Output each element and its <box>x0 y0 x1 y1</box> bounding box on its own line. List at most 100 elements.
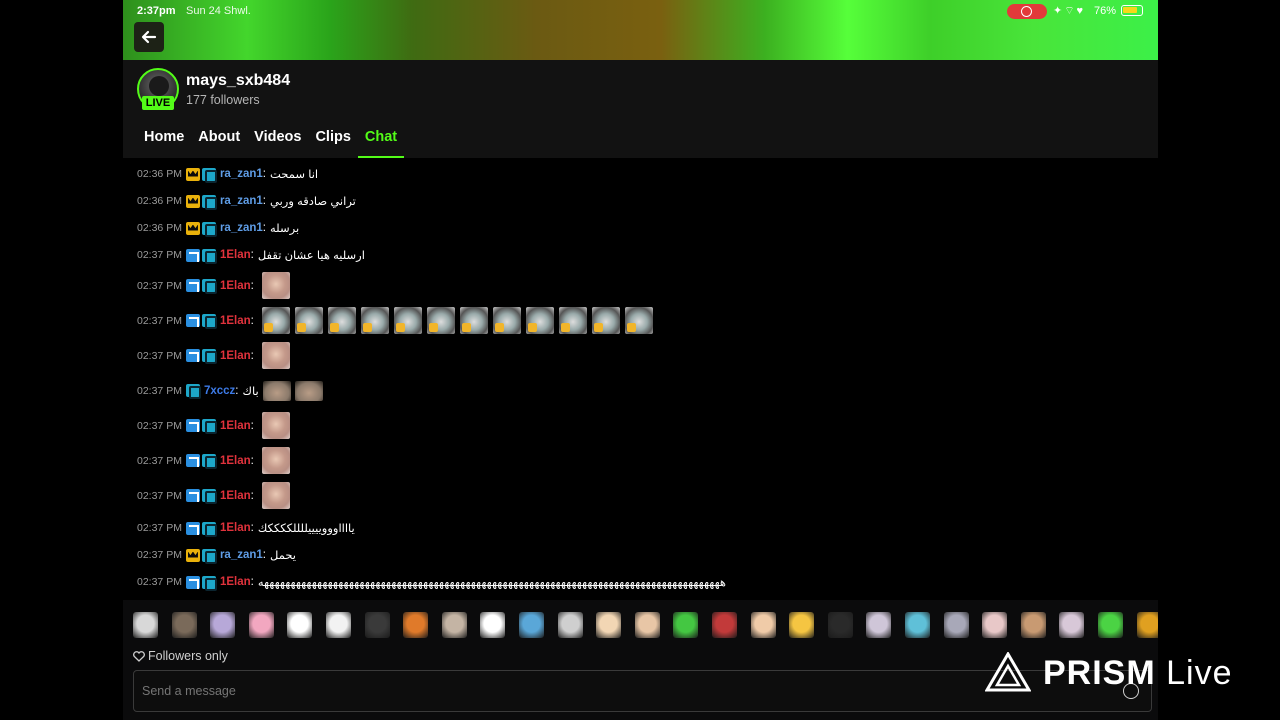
chat-log[interactable]: 02:36 PM ra_zan1: انا سمحت 02:36 PM ra_zan1:… <box>123 158 1158 600</box>
emote-picker-item[interactable] <box>364 612 390 638</box>
chat-username[interactable]: 1Elan <box>220 522 251 534</box>
chat-emote[interactable] <box>426 307 455 334</box>
hammer-badge-icon[interactable] <box>185 454 200 467</box>
hammer-badge-icon[interactable] <box>185 419 200 432</box>
chat-emote[interactable] <box>360 307 389 334</box>
emote-picker-item[interactable] <box>326 612 351 638</box>
chat-username[interactable]: 1Elan <box>220 420 251 432</box>
hammer-badge-icon[interactable] <box>185 521 200 535</box>
hammer-badge-icon[interactable] <box>185 314 200 327</box>
chat-emote[interactable] <box>261 307 290 334</box>
emote-picker-item[interactable] <box>634 612 660 638</box>
tab-videos[interactable]: Videos <box>254 128 301 158</box>
emote-picker-item[interactable] <box>480 612 506 638</box>
emote-picker-item[interactable] <box>943 612 969 638</box>
emote-picker-item[interactable] <box>827 612 853 638</box>
message-input[interactable] <box>142 684 1042 698</box>
sub-badge-icon[interactable] <box>201 349 217 364</box>
chat-emote[interactable] <box>393 307 422 334</box>
emote-picker-item[interactable] <box>712 612 737 638</box>
emote-picker-item[interactable] <box>557 612 583 638</box>
chat-username[interactable]: ra_zan1 <box>220 195 263 207</box>
chat-username[interactable]: 1Elan <box>220 249 251 261</box>
tab-about[interactable]: About <box>198 128 240 158</box>
tab-clips[interactable]: Clips <box>315 128 350 158</box>
tab-chat[interactable]: Chat <box>357 128 405 158</box>
emote-picker-item[interactable] <box>1098 612 1123 638</box>
emote-picker-item[interactable] <box>248 612 274 638</box>
sub-badge-icon[interactable] <box>201 521 217 537</box>
tab-home[interactable]: Home <box>144 128 184 158</box>
back-button[interactable] <box>134 22 164 52</box>
chat-username[interactable]: ra_zan1 <box>220 222 263 234</box>
chat-emote[interactable] <box>327 307 356 334</box>
emote-picker-item[interactable] <box>403 612 429 638</box>
chat-emote[interactable] <box>591 307 620 334</box>
emote-picker-item[interactable] <box>171 612 197 638</box>
hammer-badge-icon[interactable] <box>185 279 200 292</box>
chat-emote[interactable] <box>261 447 290 474</box>
sub-badge-icon[interactable] <box>185 384 201 399</box>
chat-emote[interactable] <box>525 307 554 334</box>
chat-emote[interactable] <box>294 380 323 401</box>
sub-badge-icon[interactable] <box>201 279 217 294</box>
crown-badge-icon[interactable] <box>185 167 200 181</box>
sub-badge-icon[interactable] <box>201 548 217 564</box>
emote-picker-item[interactable] <box>1136 612 1158 638</box>
chat-emote[interactable] <box>624 307 653 334</box>
hammer-badge-icon[interactable] <box>185 248 200 262</box>
emote-picker-item[interactable] <box>441 612 467 638</box>
chat-emote[interactable] <box>261 342 290 369</box>
emote-picker-item[interactable] <box>789 612 815 638</box>
sub-badge-icon[interactable] <box>201 454 217 469</box>
chat-username[interactable]: 1Elan <box>220 350 251 362</box>
chat-username[interactable]: 1Elan <box>220 576 251 588</box>
chat-emote[interactable] <box>294 307 323 334</box>
chat-message: 02:36 PM ra_zan1: انا سمحت <box>137 164 318 184</box>
chat-username[interactable]: ra_zan1 <box>220 168 263 180</box>
message-timestamp: 02:37 PM <box>137 384 182 397</box>
chat-username[interactable]: 1Elan <box>220 280 251 292</box>
crown-badge-icon[interactable] <box>185 221 200 235</box>
emote-picker-item[interactable] <box>519 612 544 638</box>
chat-username[interactable]: 1Elan <box>220 490 251 502</box>
emote-picker-item[interactable] <box>750 612 776 638</box>
sub-badge-icon[interactable] <box>201 167 217 183</box>
emote-picker-item[interactable] <box>133 612 158 638</box>
sub-badge-icon[interactable] <box>201 221 217 237</box>
chat-username[interactable]: 1Elan <box>220 315 251 327</box>
chat-emote[interactable] <box>492 307 521 334</box>
chat-emote[interactable] <box>261 412 290 439</box>
hammer-badge-icon[interactable] <box>185 489 200 502</box>
chat-emote[interactable] <box>261 272 290 299</box>
emote-picker-item[interactable] <box>866 612 892 638</box>
emote-picker-item[interactable] <box>1020 612 1046 638</box>
sub-badge-icon[interactable] <box>201 419 217 434</box>
hammer-badge-icon[interactable] <box>185 349 200 362</box>
followers-count: 177 followers <box>186 93 260 107</box>
sub-badge-icon[interactable] <box>201 194 217 210</box>
emote-picker-item[interactable] <box>210 612 236 638</box>
hammer-badge-icon[interactable] <box>185 575 200 589</box>
sub-badge-icon[interactable] <box>201 575 217 591</box>
chat-username[interactable]: 7xccz <box>204 385 235 397</box>
emote-picker-item[interactable] <box>596 612 622 638</box>
chat-username[interactable]: 1Elan <box>220 455 251 467</box>
sub-badge-icon[interactable] <box>201 248 217 264</box>
sub-badge-icon[interactable] <box>201 314 217 329</box>
chat-emote[interactable] <box>558 307 587 334</box>
emote-picker-item[interactable] <box>982 612 1008 638</box>
emote-picker-item[interactable] <box>905 612 930 638</box>
chat-emote[interactable] <box>262 380 291 401</box>
chat-emote[interactable] <box>261 482 290 509</box>
sub-badge-icon[interactable] <box>201 489 217 504</box>
battery-fill <box>1123 7 1137 13</box>
chat-emote[interactable] <box>459 307 488 334</box>
emote-picker-item[interactable] <box>1059 612 1085 638</box>
chat-username[interactable]: ra_zan1 <box>220 549 263 561</box>
crown-badge-icon[interactable] <box>185 194 200 208</box>
emote-picker-item[interactable] <box>287 612 313 638</box>
emote-picker-item[interactable] <box>673 612 699 638</box>
channel-name[interactable]: mays_sxb484 <box>186 72 290 90</box>
crown-badge-icon[interactable] <box>185 548 200 562</box>
